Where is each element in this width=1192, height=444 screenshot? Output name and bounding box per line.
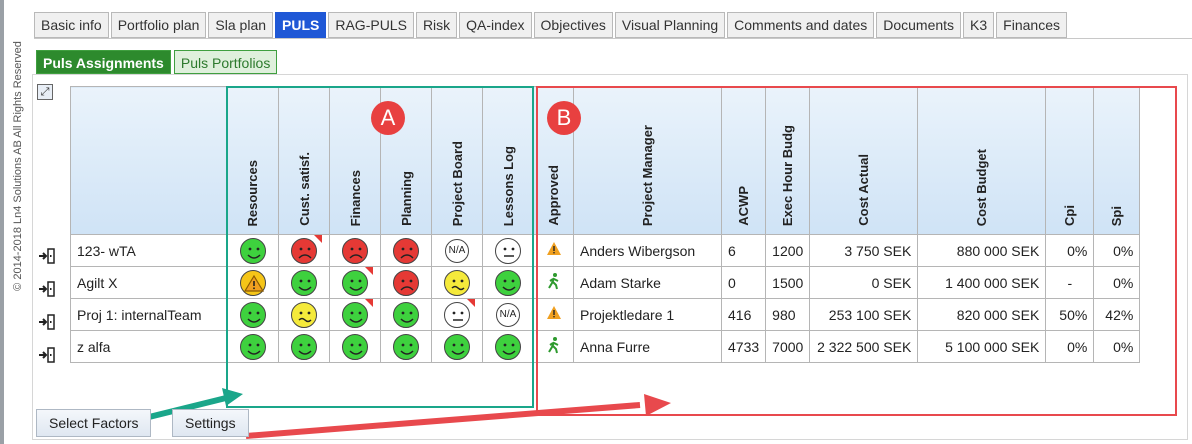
red-arrow-head bbox=[644, 394, 671, 416]
green-arrow-head bbox=[222, 388, 243, 406]
settings-button[interactable]: Settings bbox=[172, 409, 249, 437]
arrows-overlay bbox=[144, 388, 671, 439]
select-factors-button[interactable]: Select Factors bbox=[36, 409, 152, 437]
red-arrow-line bbox=[245, 402, 641, 439]
